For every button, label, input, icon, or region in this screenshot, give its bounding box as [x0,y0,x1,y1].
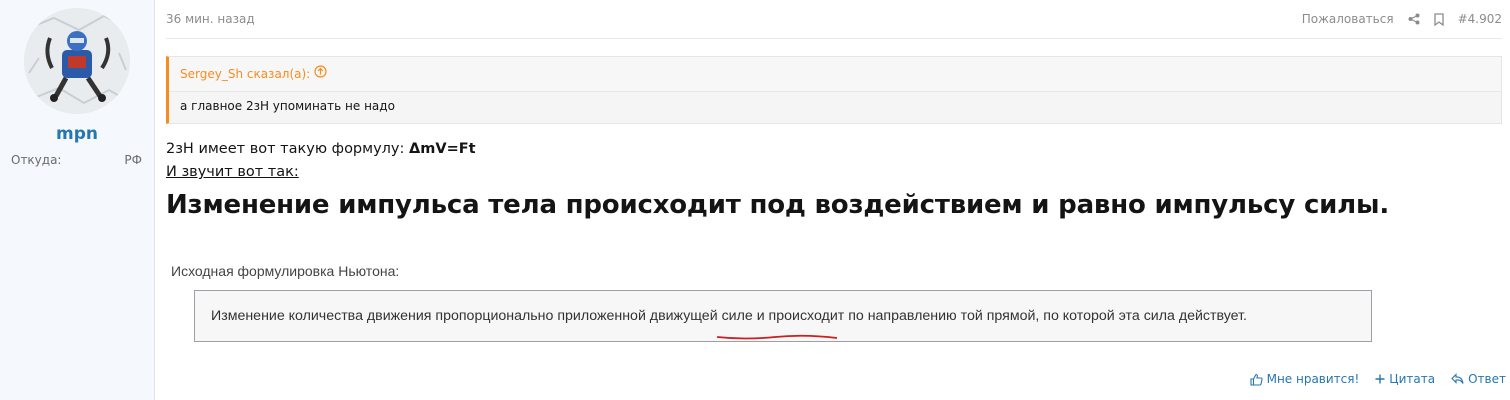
embed-definition-box: Изменение количества движения пропорцион… [194,290,1372,342]
plus-icon [1375,374,1385,384]
red-underline-mark [716,334,838,340]
bookmark-icon[interactable] [1433,12,1444,26]
like-button[interactable]: Мне нравится! [1250,372,1360,386]
post-footer-actions: Мне нравится! Цитата Ответ [1250,372,1506,386]
quote-label: Цитата [1389,372,1436,386]
reply-label: Ответ [1468,372,1506,386]
embed-definition-text: Изменение количества движения пропорцион… [211,308,1247,324]
user-sidebar: mpn Откуда: РФ [0,0,155,400]
thumbs-up-icon [1250,373,1263,386]
post-line-formula: 2зН имеет вот такую формулу: ΔmV=Ft [166,141,476,157]
username-link[interactable]: mpn [0,124,154,144]
quote-button[interactable]: Цитата [1375,372,1435,386]
quote-block: Sergey_Sh сказал(а): а главное 2зН упоми… [166,56,1502,124]
reply-button[interactable]: Ответ [1451,372,1506,386]
from-value: РФ [124,153,142,167]
formula: ΔmV=Ft [409,141,476,157]
quote-header: Sergey_Sh сказал(а): [169,57,1501,92]
reply-icon [1451,373,1464,384]
avatar-image [24,8,130,114]
formula-intro: 2зН имеет вот такую формулу: [166,141,410,157]
header-divider [166,38,1502,39]
post-number[interactable]: #4.902 [1458,12,1502,26]
embed-title: Исходная формулировка Ньютона: [171,263,400,279]
report-link[interactable]: Пожаловаться [1302,12,1394,26]
post-timestamp[interactable]: 36 мин. назад [166,12,255,26]
embedded-image[interactable]: Исходная формулировка Ньютона: Изменение… [166,258,1378,348]
post-header-actions: Пожаловаться #4.902 [1302,12,1502,26]
post-heading-text: Изменение импульса тела происходит под в… [166,190,1390,220]
quote-author[interactable]: Sergey_Sh сказал(а): [180,57,310,91]
like-label: Мне нравится! [1266,372,1360,386]
avatar[interactable] [24,8,130,114]
quote-expand-icon[interactable] [314,57,327,91]
quote-text: а главное 2зН упоминать не надо [180,99,395,113]
share-icon[interactable] [1408,13,1420,25]
post-line-sounds: И звучит вот так: [166,164,299,180]
from-label: Откуда: [11,153,62,167]
